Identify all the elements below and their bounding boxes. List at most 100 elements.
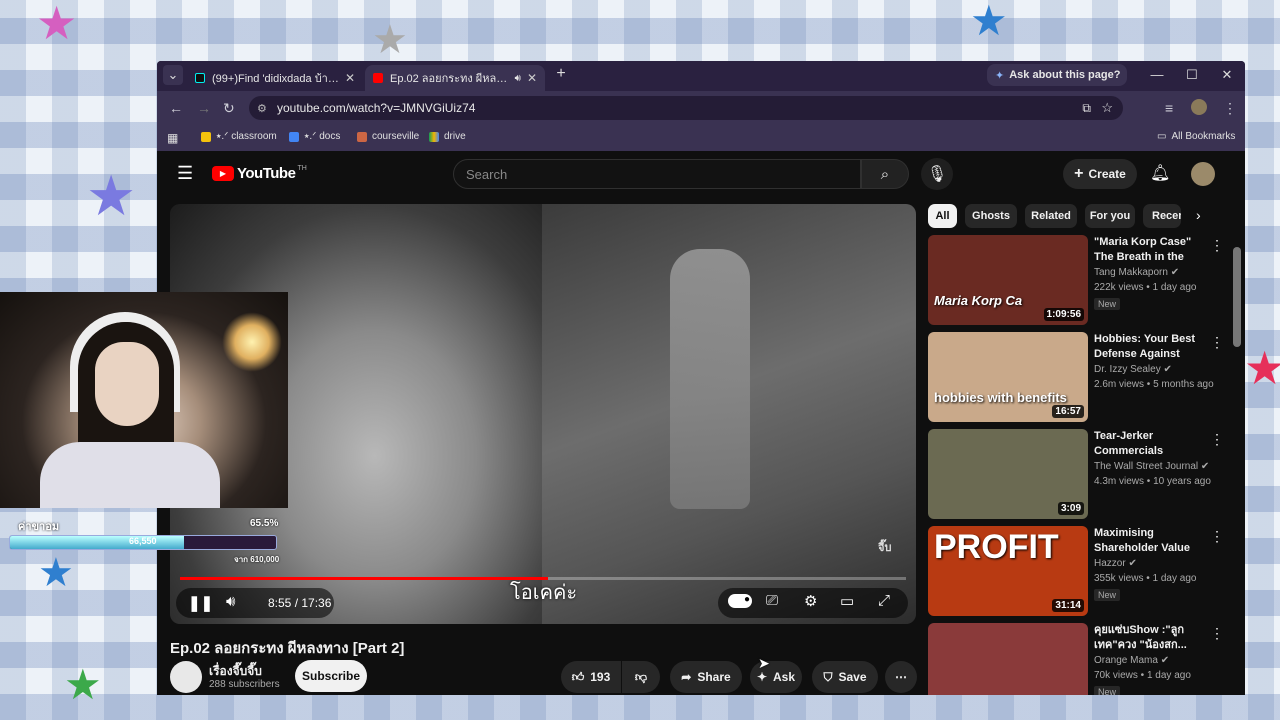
- new-tab-button[interactable]: +: [551, 65, 571, 83]
- tab-tiktok[interactable]: (99+)Find 'didixdada บ้านผีลิศ' on ✕: [187, 65, 363, 91]
- recommendation-item[interactable]: PROFIT 31:14 Maximising Shareholder Value …: [928, 526, 1228, 618]
- volume-icon[interactable]: 🔊︎: [226, 593, 235, 610]
- tab-search-button[interactable]: ⌄: [163, 65, 183, 85]
- chip-ghosts[interactable]: Ghosts: [965, 204, 1017, 228]
- plus-icon: +: [1074, 165, 1084, 182]
- more-actions-button[interactable]: ⋯: [885, 661, 917, 693]
- video-thumbnail[interactable]: 3:09: [928, 429, 1088, 519]
- bookmarks-bar: ▦ ⭑.ᐟ classroom ⭑.ᐟ docs courseville dri…: [157, 125, 1245, 151]
- chevron-right-icon[interactable]: ›: [1196, 207, 1201, 223]
- like-button[interactable]: 👍︎ 193: [561, 661, 621, 693]
- verified-icon: ✔: [1200, 461, 1210, 472]
- create-button[interactable]: + Create: [1063, 159, 1137, 189]
- youtube-page: ☰ ▶ YouTube TH Search ⌕ 🎙︎ + Create 🔔︎ จี…: [157, 151, 1245, 695]
- recommendation-item[interactable]: Maria Korp Ca 1:09:56 "Maria Korp Case" Th…: [928, 235, 1228, 327]
- share-icon: ➦: [681, 670, 692, 684]
- hamburger-menu-icon[interactable]: ☰: [177, 163, 193, 184]
- search-button[interactable]: ⌕: [861, 159, 909, 189]
- recommendation-channel[interactable]: Orange Mama ✔: [1094, 655, 1169, 666]
- search-input[interactable]: Search: [453, 159, 861, 189]
- youtube-logo[interactable]: ▶ YouTube TH: [212, 165, 307, 182]
- recommendation-channel[interactable]: The Wall Street Journal ✔: [1094, 461, 1209, 472]
- forward-icon[interactable]: →: [197, 100, 211, 116]
- video-thumbnail[interactable]: [928, 623, 1088, 695]
- maximize-button[interactable]: ☐: [1182, 67, 1202, 83]
- recommendation-channel[interactable]: Hazzor ✔: [1094, 558, 1137, 569]
- more-options-icon[interactable]: ⋮: [1210, 431, 1224, 448]
- site-info-icon[interactable]: ⚙: [257, 102, 267, 115]
- close-window-button[interactable]: ✕: [1217, 67, 1237, 83]
- tab-youtube[interactable]: Ep.02 ลอยกระทง ผีหลงทาง [Pa 🔊︎ ✕: [365, 65, 545, 91]
- subscribe-button[interactable]: Subscribe: [295, 660, 367, 692]
- minimize-button[interactable]: —: [1147, 67, 1167, 82]
- bookmark-drive[interactable]: drive: [429, 131, 466, 142]
- recommendation-title[interactable]: Maximising Shareholder Value B...: [1094, 526, 1206, 556]
- goal-label: ค่าขาอม: [18, 521, 60, 533]
- save-button[interactable]: ⛉ Save: [812, 661, 878, 693]
- voice-search-button[interactable]: 🎙︎: [921, 158, 953, 190]
- ask-about-page-button[interactable]: ✦ Ask about this page? ✕: [987, 64, 1127, 86]
- apps-icon[interactable]: ▦: [167, 131, 178, 145]
- silver-star-decoration: ★: [372, 18, 408, 62]
- microphone-icon: 🎙︎: [926, 166, 948, 183]
- fullscreen-icon[interactable]: ⤢: [878, 592, 890, 609]
- install-icon[interactable]: ⧉: [1082, 101, 1091, 116]
- reload-icon[interactable]: ↻: [223, 100, 235, 117]
- reading-list-icon[interactable]: ≡: [1165, 100, 1173, 116]
- account-avatar[interactable]: [1191, 162, 1215, 186]
- browser-menu-icon[interactable]: ⋮: [1223, 100, 1237, 117]
- more-options-icon[interactable]: ⋮: [1210, 625, 1224, 642]
- recommendation-title[interactable]: Tear-Jerker Commercials Create...: [1094, 429, 1206, 459]
- channel-avatar[interactable]: [170, 661, 202, 693]
- gemini-sparkle-icon: ✦: [995, 69, 1005, 82]
- recommendation-channel[interactable]: Dr. Izzy Sealey ✔: [1094, 364, 1172, 375]
- all-bookmarks[interactable]: ▭ All Bookmarks: [1157, 131, 1235, 142]
- close-tab-icon[interactable]: ✕: [339, 71, 355, 85]
- chip-for-you[interactable]: For you: [1085, 204, 1135, 228]
- streamer-shirt: [40, 442, 220, 508]
- settings-gear-icon[interactable]: ⚙: [804, 592, 817, 610]
- thumbs-down-icon: 👎︎: [634, 669, 648, 684]
- close-tab-icon[interactable]: ✕: [521, 71, 537, 85]
- recommendation-title[interactable]: "Maria Korp Case" The Breath in the Trun…: [1094, 235, 1206, 265]
- verified-icon: ✔: [1128, 558, 1137, 569]
- chip-recently-uploaded[interactable]: Recently uploaded: [1143, 204, 1181, 228]
- back-icon[interactable]: ←: [169, 100, 183, 116]
- chip-related[interactable]: Related: [1025, 204, 1077, 228]
- tab-strip: ⌄ (99+)Find 'didixdada บ้านผีลิศ' on ✕ E…: [157, 61, 1245, 91]
- address-bar[interactable]: ⚙ youtube.com/watch?v=JMNVGiUiz74 ⧉ ☆: [249, 96, 1123, 120]
- bookmark-courseville[interactable]: courseville: [357, 131, 419, 142]
- more-options-icon[interactable]: ⋮: [1210, 237, 1224, 254]
- more-options-icon[interactable]: ⋮: [1210, 528, 1224, 545]
- bookmark-star-icon[interactable]: ☆: [1101, 100, 1113, 116]
- more-options-icon[interactable]: ⋮: [1210, 334, 1224, 351]
- video-thumbnail[interactable]: Maria Korp Ca 1:09:56: [928, 235, 1088, 325]
- recommendation-title[interactable]: Hobbies: Your Best Defense Against Bra..…: [1094, 332, 1206, 362]
- folder-icon: ▭: [1157, 131, 1167, 142]
- chip-all[interactable]: All: [928, 204, 957, 228]
- mouse-cursor: ➤: [758, 655, 770, 671]
- video-thumbnail[interactable]: PROFIT 31:14: [928, 526, 1088, 616]
- share-button[interactable]: ➦ Share: [670, 661, 742, 693]
- pause-icon[interactable]: ❚❚: [188, 594, 213, 612]
- theater-mode-icon[interactable]: ▭: [840, 592, 854, 610]
- scrollbar[interactable]: [1233, 247, 1241, 347]
- recommendation-meta: 222k views • 1 day ago: [1094, 282, 1197, 293]
- bookmark-classroom[interactable]: ⭑.ᐟ classroom: [201, 131, 277, 142]
- dislike-button[interactable]: 👎︎: [622, 661, 660, 693]
- autoplay-toggle[interactable]: ●: [728, 594, 752, 608]
- progress-bar[interactable]: [180, 577, 906, 580]
- goal-value: 66,550: [129, 536, 157, 546]
- video-subtitle: โอเคค่ะ: [510, 580, 578, 604]
- recommendation-item[interactable]: hobbies with benefits 16:57 Hobbies: Your …: [928, 332, 1228, 424]
- recommendation-title[interactable]: คุยแซ่บShow :"ลูกเทค"ควง "น้องสก...: [1094, 623, 1206, 653]
- recommendation-item[interactable]: 3:09 Tear-Jerker Commercials Create... The…: [928, 429, 1228, 521]
- profile-avatar[interactable]: [1191, 99, 1207, 115]
- subtitles-icon[interactable]: ⎚: [766, 592, 778, 609]
- recommendation-item[interactable]: คุยแซ่บShow :"ลูกเทค"ควง "น้องสก... Orang…: [928, 623, 1228, 695]
- recommendation-channel[interactable]: Tang Makkaporn ✔: [1094, 267, 1179, 278]
- close-icon[interactable]: ✕: [1120, 68, 1127, 82]
- notifications-bell-icon[interactable]: 🔔︎: [1150, 163, 1170, 183]
- video-thumbnail[interactable]: hobbies with benefits 16:57: [928, 332, 1088, 422]
- bookmark-docs[interactable]: ⭑.ᐟ docs: [289, 131, 340, 142]
